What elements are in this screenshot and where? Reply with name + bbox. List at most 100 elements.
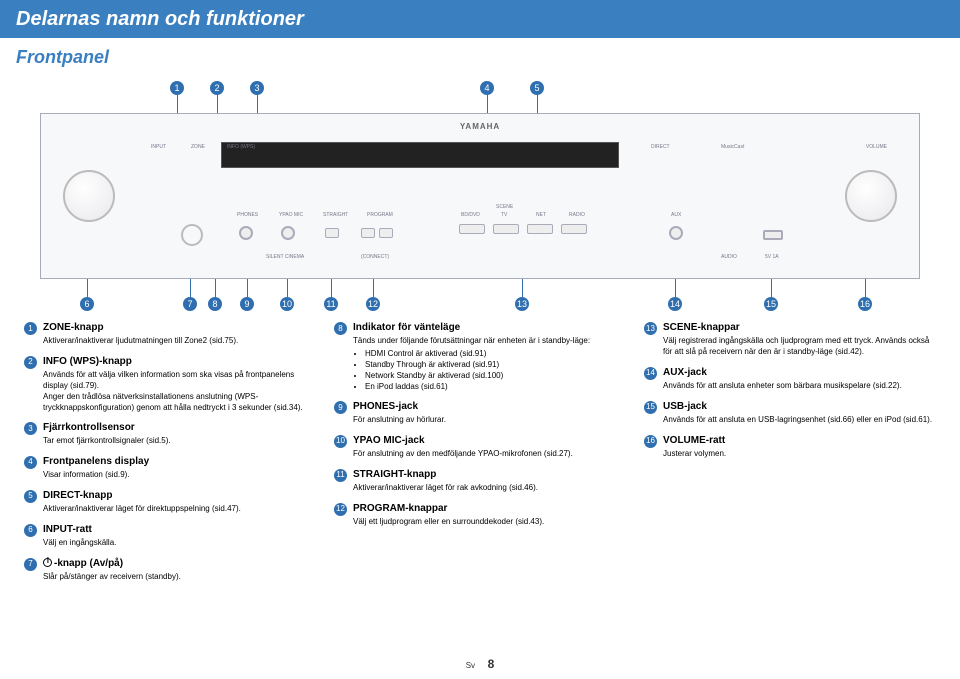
item-desc: Välj en ingångskälla.: [43, 538, 316, 549]
callout-5: 5: [530, 81, 544, 95]
callout-2: 2: [210, 81, 224, 95]
item-title: -knapp (Av/på): [43, 557, 316, 570]
item-desc: Används för att ansluta en USB-lagringse…: [663, 415, 936, 426]
item-title: ZONE-knapp: [43, 321, 316, 334]
label-bd: BD/DVD: [461, 212, 480, 219]
desc-item-8: 8Indikator för väntelägeTänds under följ…: [334, 321, 626, 392]
item-desc: Används för att ansluta enheter som bärb…: [663, 381, 936, 392]
label-ypao: YPAO MIC: [279, 212, 303, 219]
desc-item-11: 11STRAIGHT-knappAktiverar/inaktiverar lä…: [334, 468, 626, 494]
item-title: SCENE-knappar: [663, 321, 936, 334]
phones-jack: [239, 226, 253, 240]
aux-jack: [669, 226, 683, 240]
label-scene: SCENE: [496, 204, 513, 211]
num-circle: 8: [334, 322, 347, 335]
num-circle: 14: [644, 367, 657, 380]
page-title: Delarnas namn och funktioner: [0, 0, 960, 38]
footer-page: 8: [488, 657, 495, 671]
desc-item-6: 6INPUT-rattVälj en ingångskälla.: [24, 523, 316, 549]
callout-6: 6: [80, 297, 94, 311]
item-title: DIRECT-knapp: [43, 489, 316, 502]
num-circle: 11: [334, 469, 347, 482]
power-button: [181, 224, 203, 246]
page-footer: Sv 8: [0, 657, 960, 673]
label-connect: (CONNECT): [361, 254, 389, 261]
num-circle: 6: [24, 524, 37, 537]
item-title: VOLUME-ratt: [663, 434, 936, 447]
callout-7: 7: [183, 297, 197, 311]
program-up: [379, 228, 393, 238]
label-input: INPUT: [151, 144, 166, 151]
callout-1: 1: [170, 81, 184, 95]
item-desc: Aktiverar/inaktiverar läget för direktup…: [43, 504, 316, 515]
col-2: 8Indikator för väntelägeTänds under följ…: [334, 321, 626, 590]
num-circle: 16: [644, 435, 657, 448]
label-program: PROGRAM: [367, 212, 393, 219]
power-icon: [43, 558, 52, 567]
usb-jack: [763, 230, 783, 240]
label-silent: SILENT CINEMA: [266, 254, 304, 261]
callout-8: 8: [208, 297, 222, 311]
desc-item-12: 12PROGRAM-knapparVälj ett ljudprogram el…: [334, 502, 626, 528]
num-circle: 7: [24, 558, 37, 571]
label-tv: TV: [501, 212, 507, 219]
desc-item-10: 10YPAO MIC-jackFör anslutning av den med…: [334, 434, 626, 460]
item-desc: Aktiverar/inaktiverar läget för rak avko…: [353, 483, 626, 494]
label-radio: RADIO: [569, 212, 585, 219]
desc-item-4: 4Frontpanelens displayVisar information …: [24, 455, 316, 481]
label-phones: PHONES: [237, 212, 258, 219]
brand-logo: YAMAHA: [460, 122, 500, 132]
item-desc: Tar emot fjärrkontrollsignaler (sid.5).: [43, 436, 316, 447]
item-desc: För anslutning av hörlurar.: [353, 415, 626, 426]
item-desc: Används för att välja vilken information…: [43, 370, 316, 413]
callout-14: 14: [668, 297, 682, 311]
col-1: 1 ZONE-knapp Aktiverar/inaktiverar ljudutm…: [24, 321, 316, 590]
item-title: PHONES-jack: [353, 400, 626, 413]
item-desc: Visar information (sid.9).: [43, 470, 316, 481]
input-knob: [63, 170, 115, 222]
scene-net: [527, 224, 553, 234]
num-circle: 1: [24, 322, 37, 335]
label-volume: VOLUME: [866, 144, 887, 151]
callout-12: 12: [366, 297, 380, 311]
label-direct: DIRECT: [651, 144, 670, 151]
footer-lang: Sv: [466, 661, 475, 670]
item-title: PROGRAM-knappar: [353, 502, 626, 515]
callout-3: 3: [250, 81, 264, 95]
desc-item-15: 15USB-jackAnvänds för att ansluta en USB…: [644, 400, 936, 426]
frontpanel-diagram: 1 2 3 4 5 YAMAHA INPUT ZONE INFO (WPS) D…: [40, 81, 920, 311]
num-circle: 12: [334, 503, 347, 516]
item-title: Indikator för vänteläge: [353, 321, 626, 334]
label-musiccast: MusicCast: [721, 144, 744, 151]
label-aux: AUX: [671, 212, 681, 219]
description-columns: 1 ZONE-knapp Aktiverar/inaktiverar ljudutm…: [0, 321, 960, 590]
program-dn: [361, 228, 375, 238]
scene-tv: [493, 224, 519, 234]
item-title: USB-jack: [663, 400, 936, 413]
label-straight: STRAIGHT: [323, 212, 348, 219]
num-circle: 2: [24, 356, 37, 369]
item-desc: Aktiverar/inaktiverar ljudutmatningen ti…: [43, 336, 316, 347]
desc-item-1: 1 ZONE-knapp Aktiverar/inaktiverar ljudutm…: [24, 321, 316, 347]
num-circle: 9: [334, 401, 347, 414]
section-title: Frontpanel: [0, 38, 960, 73]
scene-radio: [561, 224, 587, 234]
receiver-frontpanel: YAMAHA INPUT ZONE INFO (WPS) DIRECT Musi…: [40, 113, 920, 279]
item-desc: Välj registrerad ingångskälla och ljudpr…: [663, 336, 936, 358]
callout-16: 16: [858, 297, 872, 311]
item-title: Fjärrkontrollsensor: [43, 421, 316, 434]
item-title: INFO (WPS)-knapp: [43, 355, 316, 368]
num-circle: 5: [24, 490, 37, 503]
item-desc: Slår på/stänger av receivern (standby).: [43, 572, 316, 583]
item-title: AUX-jack: [663, 366, 936, 379]
scene-bd: [459, 224, 485, 234]
label-zone: ZONE: [191, 144, 205, 151]
col-3: 13 SCENE-knappar Välj registrerad ingångsk…: [644, 321, 936, 590]
callout-9: 9: [240, 297, 254, 311]
item-title: YPAO MIC-jack: [353, 434, 626, 447]
num-circle: 13: [644, 322, 657, 335]
front-display: [221, 142, 619, 168]
straight-btn: [325, 228, 339, 238]
desc-item-13: 13 SCENE-knappar Välj registrerad ingångsk…: [644, 321, 936, 358]
callout-15: 15: [764, 297, 778, 311]
